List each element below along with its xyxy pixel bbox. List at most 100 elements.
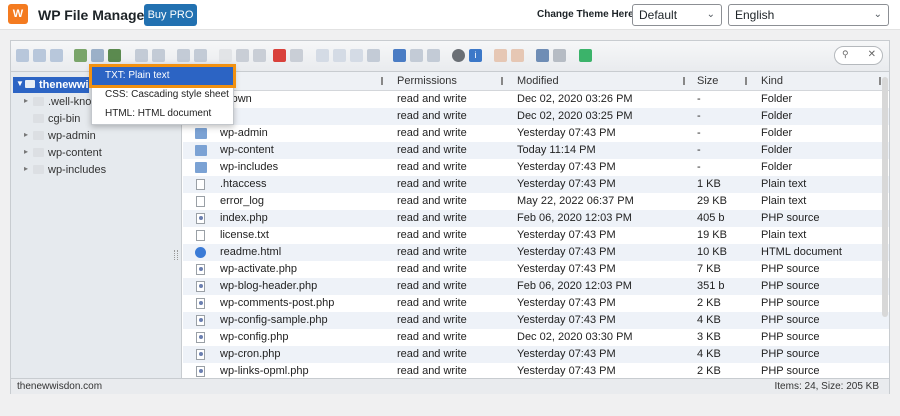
fullscreen-icon[interactable]: [579, 49, 592, 62]
tree-root-item[interactable]: ▼ thenewwisdon: [13, 77, 115, 93]
column-resize-handle[interactable]: [683, 77, 685, 85]
sort-icon[interactable]: [553, 49, 566, 62]
empty-icon[interactable]: [290, 49, 303, 62]
column-resize-handle[interactable]: [879, 77, 881, 85]
scrollbar[interactable]: [882, 77, 888, 317]
file-modified: Today 11:14 PM: [517, 144, 596, 156]
table-row[interactable]: wp-includes read and write Yesterday 07:43…: [183, 159, 889, 176]
duplicate-icon[interactable]: [316, 49, 329, 62]
clear-search-icon[interactable]: ✕: [868, 49, 876, 60]
file-permissions: read and write: [397, 229, 467, 241]
file-modified: Yesterday 07:43 PM: [517, 178, 616, 190]
table-row[interactable]: wp-comments-post.php read and write Yester…: [183, 295, 889, 312]
php-file-icon: [196, 315, 205, 326]
download-icon[interactable]: [152, 49, 165, 62]
file-name: license.txt: [220, 229, 269, 241]
new-file-icon[interactable]: [108, 49, 121, 62]
undo-icon[interactable]: [177, 49, 190, 62]
table-row[interactable]: nread and writeDec 02, 2020 03:25 PM-Fol…: [183, 108, 889, 125]
forward-icon[interactable]: [33, 49, 46, 62]
theme-select[interactable]: Default ⌄: [632, 4, 722, 26]
file-size: 4 KB: [697, 314, 721, 326]
file-modified: Yesterday 07:43 PM: [517, 297, 616, 309]
tree-item-wp-content[interactable]: ▸ wp-content: [11, 145, 181, 161]
expand-right-icon[interactable]: ▸: [24, 164, 28, 173]
buy-pro-button[interactable]: Buy PRO: [144, 4, 197, 26]
back-icon[interactable]: [16, 49, 29, 62]
file-name: wp-config-sample.php: [220, 314, 328, 326]
file-size: 2 KB: [697, 297, 721, 309]
menu-item-txt[interactable]: TXT: Plain text: [89, 64, 236, 88]
table-row[interactable]: error_log read and write May 22, 2022 06:3…: [183, 193, 889, 210]
copy-icon[interactable]: [219, 49, 232, 62]
new-folder-icon[interactable]: [91, 49, 104, 62]
folder-icon: [195, 145, 207, 156]
table-row[interactable]: wp-cron.php read and write Yesterday 07:43…: [183, 346, 889, 363]
cut-icon[interactable]: [236, 49, 249, 62]
table-row[interactable]: wp-admin read and write Yesterday 07:43 PM…: [183, 125, 889, 142]
file-permissions: read and write: [397, 178, 467, 190]
file-permissions: read and write: [397, 212, 467, 224]
resize-icon[interactable]: [367, 49, 380, 62]
php-file-icon: [196, 366, 205, 377]
extract-icon[interactable]: [494, 49, 507, 62]
archive-icon[interactable]: [511, 49, 524, 62]
table-row[interactable]: wp-config-sample.php read and write Yester…: [183, 312, 889, 329]
file-name: wp-admin: [220, 127, 268, 139]
folder-icon: [33, 97, 44, 106]
column-header-modified[interactable]: Modified: [517, 75, 559, 87]
column-header-size[interactable]: Size: [697, 75, 718, 87]
file-kind: PHP source: [761, 280, 820, 292]
preview-icon[interactable]: [452, 49, 465, 62]
delete-icon[interactable]: [273, 49, 286, 62]
reload-icon[interactable]: [74, 49, 87, 62]
column-resize-handle[interactable]: [745, 77, 747, 85]
expand-right-icon[interactable]: ▸: [24, 130, 28, 139]
table-row[interactable]: wp-blog-header.php read and write Feb 06, …: [183, 278, 889, 295]
rename-icon[interactable]: [333, 49, 346, 62]
table-row[interactable]: index.php read and write Feb 06, 2020 12:0…: [183, 210, 889, 227]
file-kind: Folder: [761, 127, 793, 139]
redo-icon[interactable]: [194, 49, 207, 62]
edit-icon[interactable]: [350, 49, 363, 62]
column-resize-handle[interactable]: [501, 77, 503, 85]
file-size: 3 KB: [697, 331, 721, 343]
tree-item-wp-includes[interactable]: ▸ wp-includes: [11, 162, 181, 178]
up-icon[interactable]: [50, 49, 63, 62]
search-input[interactable]: ⚲ ✕: [834, 46, 883, 65]
menu-item-css[interactable]: CSS: Cascading style sheet: [92, 86, 233, 104]
table-row[interactable]: readme.html read and write Yesterday 07:43…: [183, 244, 889, 261]
expand-right-icon[interactable]: ▸: [24, 147, 28, 156]
file-name: .htaccess: [220, 178, 267, 190]
file-kind: Folder: [761, 161, 793, 173]
invert-selection-icon[interactable]: [427, 49, 440, 62]
column-resize-handle[interactable]: [381, 77, 383, 85]
table-row[interactable]: wp-links-opml.php read and write Yesterday…: [183, 363, 889, 378]
column-header-kind[interactable]: Kind: [761, 75, 783, 87]
select-none-icon[interactable]: [410, 49, 423, 62]
table-row[interactable]: wp-activate.php read and write Yesterday 0…: [183, 261, 889, 278]
table-row[interactable]: wp-content read and write Today 11:14 PM - F…: [183, 142, 889, 159]
file-kind: PHP source: [761, 348, 820, 360]
language-select[interactable]: English ⌄: [728, 4, 889, 26]
file-name: wp-cron.php: [220, 348, 281, 360]
table-row[interactable]: known read and write Dec 02, 2020 03:26 PM…: [183, 91, 889, 108]
upload-icon[interactable]: [135, 49, 148, 62]
menu-item-html[interactable]: HTML: HTML document: [92, 105, 233, 123]
file-permissions: read and write: [397, 110, 467, 122]
file-kind: PHP source: [761, 331, 820, 343]
expand-down-icon[interactable]: ▼: [16, 79, 24, 88]
tree-item-wp-admin[interactable]: ▸ wp-admin: [11, 128, 181, 144]
column-header-permissions[interactable]: Permissions: [397, 75, 457, 87]
table-row[interactable]: .htaccess read and write Yesterday 07:43 P…: [183, 176, 889, 193]
file-permissions: read and write: [397, 314, 467, 326]
view-icon[interactable]: [536, 49, 549, 62]
select-all-icon[interactable]: [393, 49, 406, 62]
paste-icon[interactable]: [253, 49, 266, 62]
file-kind: Plain text: [761, 229, 807, 241]
table-row[interactable]: license.txt read and write Yesterday 07:43…: [183, 227, 889, 244]
info-icon[interactable]: i: [469, 49, 482, 62]
expand-right-icon[interactable]: ▸: [24, 96, 28, 105]
table-row[interactable]: wp-config.php read and write Dec 02, 2020 …: [183, 329, 889, 346]
resize-handle[interactable]: [174, 250, 178, 260]
